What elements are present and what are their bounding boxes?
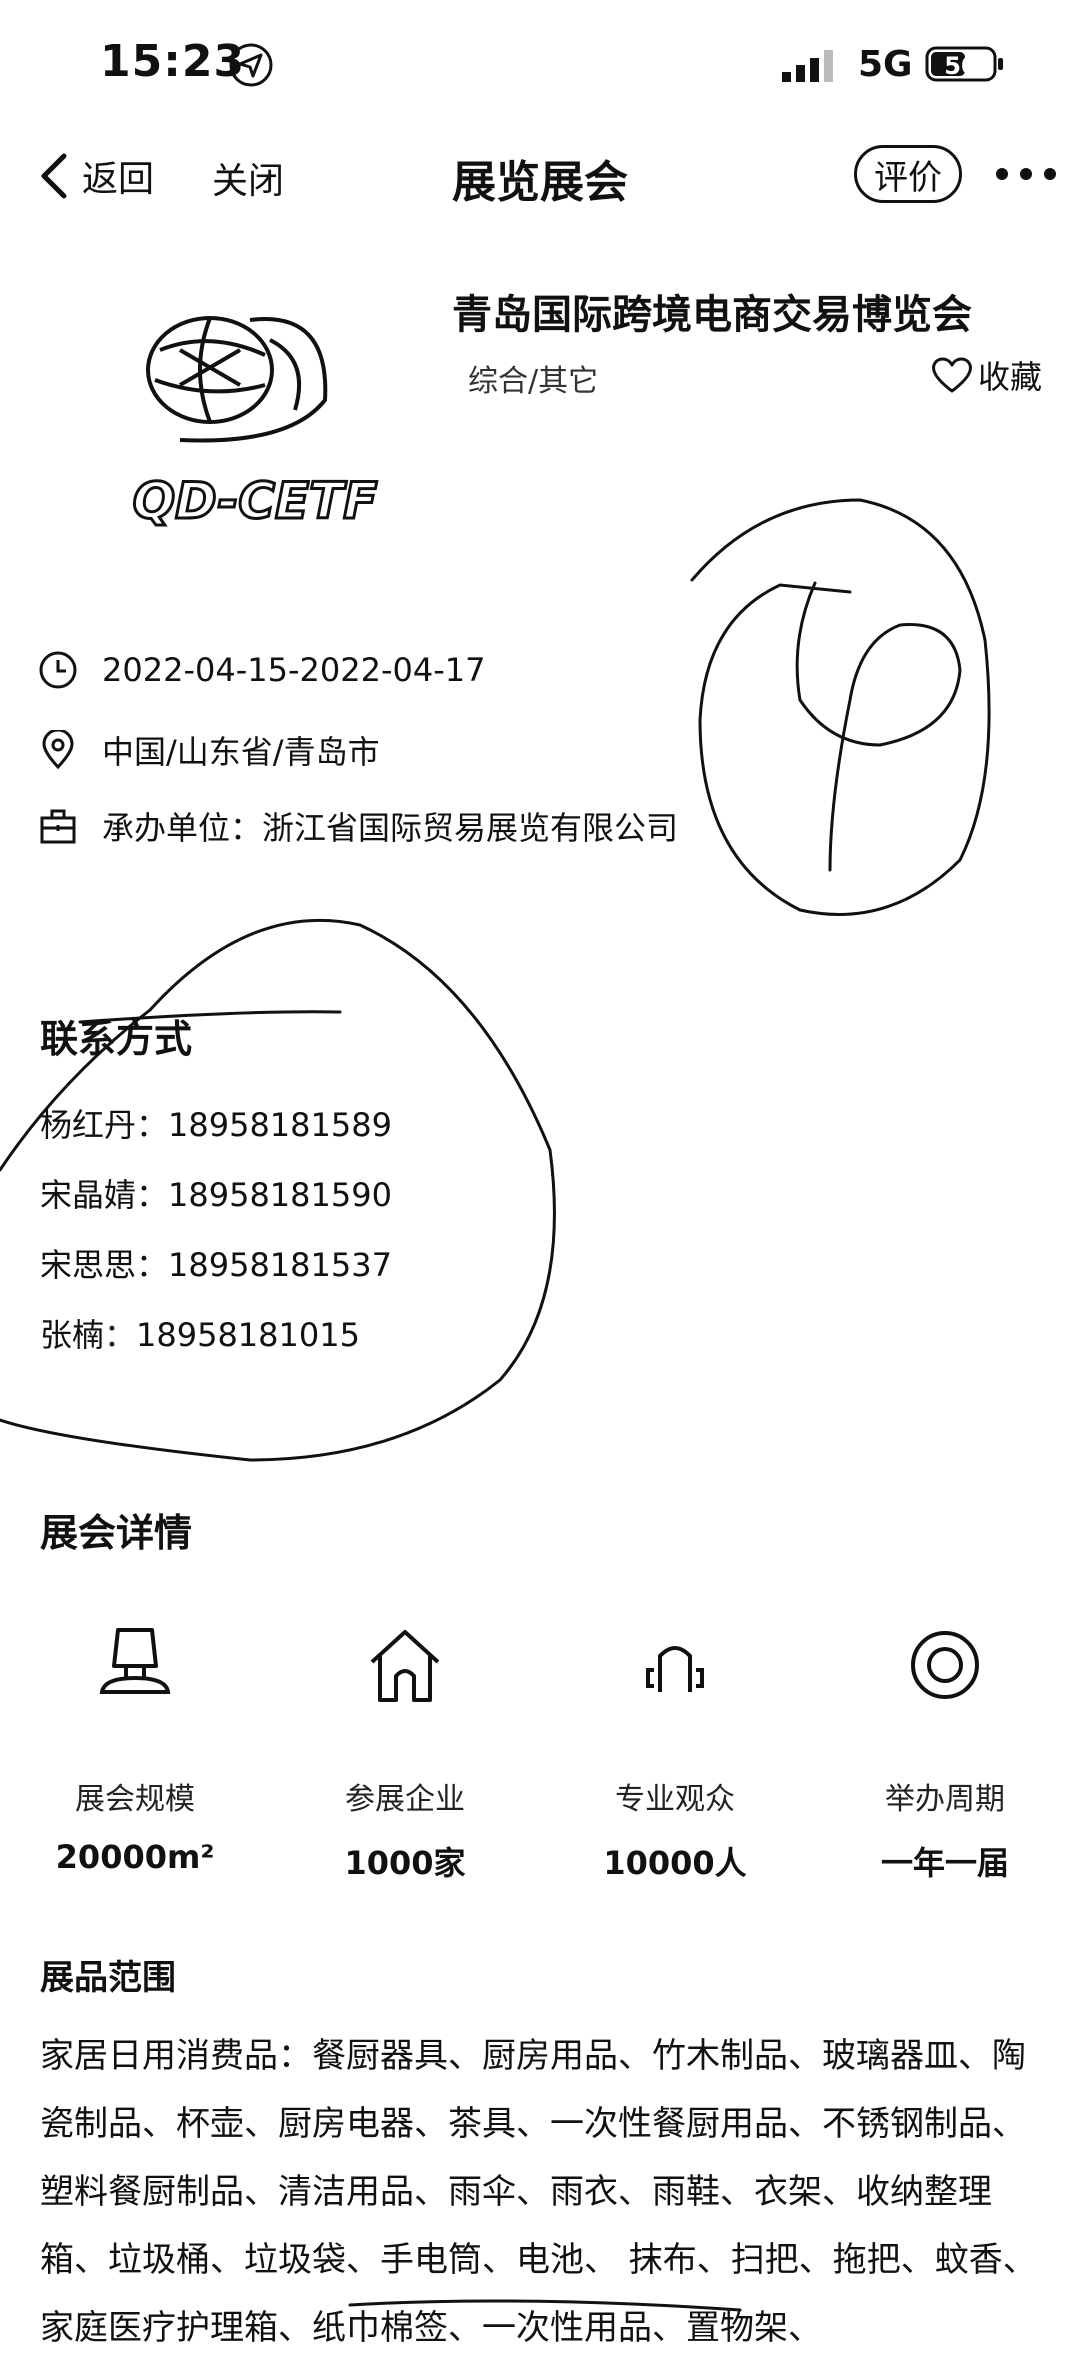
favorite-button[interactable]: 收藏 xyxy=(930,352,1042,398)
expo-date: 2022-04-15-2022-04-17 xyxy=(102,651,486,689)
location-arrow-icon xyxy=(229,43,273,87)
location-row: 中国/山东省/青岛市 xyxy=(38,727,380,773)
battery-icon: 50 xyxy=(925,46,1003,82)
stat-label: 举办周期 xyxy=(885,1782,1005,1817)
stat-cycle xyxy=(810,1620,1080,1710)
contact-item[interactable]: 张楠：18958181015 xyxy=(40,1310,360,1356)
stat-value: 10000人 xyxy=(603,1844,747,1882)
battery-level: 50 xyxy=(944,52,977,80)
range-title: 展品范围 xyxy=(40,1958,176,1998)
stat-label: 展会规模 xyxy=(75,1782,195,1817)
expo-title: 青岛国际跨境电商交易博览会 xyxy=(452,292,972,338)
cycle-icon xyxy=(911,1631,979,1699)
map-pin-icon xyxy=(42,730,74,770)
clock-icon xyxy=(39,651,77,689)
lamp-icon xyxy=(99,1628,171,1694)
contact-item[interactable]: 杨红丹：18958181589 xyxy=(40,1100,392,1146)
contacts-title: 联系方式 xyxy=(40,1017,193,1061)
heart-icon xyxy=(932,357,972,393)
signal-icon xyxy=(782,50,833,82)
expo-category: 综合/其它 xyxy=(468,364,599,399)
date-row: 2022-04-15-2022-04-17 xyxy=(38,650,485,690)
house-icon xyxy=(370,1630,440,1702)
contact-item[interactable]: 宋晶婧：18958181590 xyxy=(40,1170,392,1216)
stat-label: 参展企业 xyxy=(345,1782,465,1817)
favorite-label: 收藏 xyxy=(978,358,1043,396)
contact-item[interactable]: 宋思思：18958181537 xyxy=(40,1240,392,1286)
expo-organizer: 承办单位：浙江省国际贸易展览有限公司 xyxy=(102,809,679,847)
stat-value: 一年一届 xyxy=(880,1844,1009,1882)
briefcase-icon xyxy=(40,809,76,844)
expo-location: 中国/山东省/青岛市 xyxy=(102,733,380,771)
status-time: 15:23 xyxy=(100,36,246,87)
stat-label: 专业观众 xyxy=(615,1782,735,1817)
stat-scale xyxy=(0,1620,270,1710)
range-text: 家居日用消费品：餐厨器具、厨房用品、竹木制品、玻璃器皿、陶瓷制品、杯壶、厨房电器… xyxy=(40,2036,1037,2348)
logo-text: QD-CETF xyxy=(133,472,378,530)
stat-audience xyxy=(540,1620,810,1710)
audience-icon xyxy=(646,1646,704,1692)
network-type: 5G xyxy=(858,44,913,85)
more-icon[interactable] xyxy=(994,154,1058,194)
rate-button[interactable]: 评价 xyxy=(854,145,962,203)
expo-logo: QD-CETF xyxy=(131,316,379,532)
organizer-row: 承办单位：浙江省国际贸易展览有限公司 xyxy=(38,803,678,849)
stat-value: 1000家 xyxy=(344,1844,466,1882)
stat-exhibitors xyxy=(270,1620,540,1710)
details-title: 展会详情 xyxy=(40,1511,193,1555)
stat-value: 20000m² xyxy=(55,1838,215,1876)
